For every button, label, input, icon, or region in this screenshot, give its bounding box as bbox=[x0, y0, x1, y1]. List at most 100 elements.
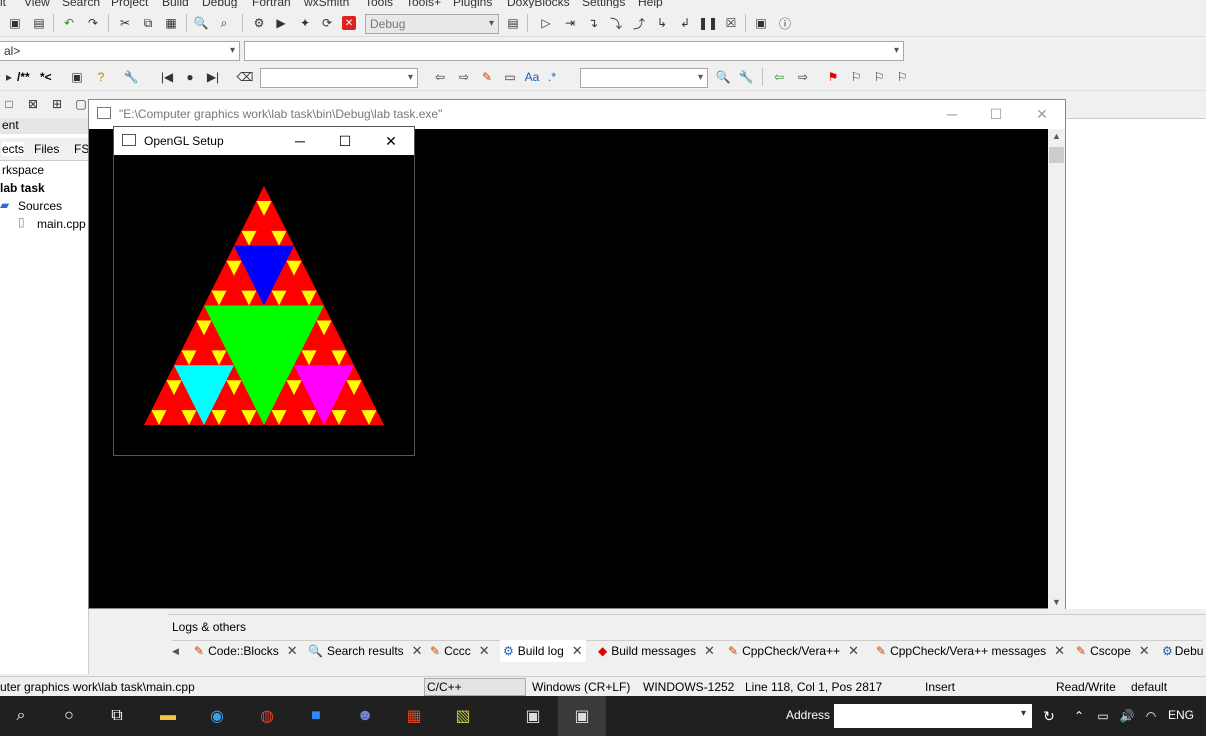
menu-item[interactable]: View bbox=[24, 0, 50, 8]
menu-item[interactable]: it bbox=[0, 0, 6, 8]
battery-icon[interactable]: ▭ bbox=[1090, 704, 1116, 728]
build-target-select[interactable]: Debug ▾ bbox=[365, 14, 499, 34]
close-icon[interactable]: ✕ bbox=[287, 643, 298, 659]
menu-item[interactable]: Project bbox=[111, 0, 148, 8]
chevron-up-icon[interactable]: ⌃ bbox=[1066, 704, 1092, 728]
wifi-icon[interactable]: ◠ bbox=[1138, 704, 1164, 728]
cortana-icon[interactable]: ○ bbox=[56, 704, 82, 728]
build-gear-icon[interactable]: ⚙ bbox=[250, 14, 268, 32]
maximize-icon[interactable]: ☐ bbox=[334, 131, 356, 151]
menu-item[interactable]: Build bbox=[162, 0, 189, 8]
menu-item[interactable]: Search bbox=[62, 0, 100, 8]
debug-run-icon[interactable]: ▷ bbox=[537, 14, 555, 32]
run-icon[interactable]: ▶ bbox=[272, 14, 290, 32]
clear-icon[interactable]: ⌫ bbox=[236, 68, 254, 86]
copy-icon[interactable]: ⧉ bbox=[139, 14, 157, 32]
function-select[interactable]: ▾ bbox=[244, 41, 904, 61]
jump-back-icon[interactable]: |◀ bbox=[158, 68, 176, 86]
scope-select[interactable]: al> ▾ bbox=[0, 41, 240, 61]
codeblocks-icon[interactable]: ▧ bbox=[450, 704, 476, 728]
back-arrow-icon[interactable]: ⇦ bbox=[431, 68, 449, 86]
maximize-icon[interactable]: ☐ bbox=[985, 104, 1007, 124]
abort-icon[interactable]: ✕ bbox=[342, 16, 356, 30]
undo-icon[interactable]: ↶ bbox=[60, 14, 78, 32]
stop-icon[interactable]: ☒ bbox=[722, 14, 740, 32]
close-icon[interactable]: ✕ bbox=[380, 131, 402, 151]
box-icon[interactable]: □ bbox=[0, 95, 18, 113]
settings-wrench-icon[interactable]: 🔧 bbox=[737, 68, 755, 86]
step-into-icon[interactable]: ⤵ bbox=[607, 14, 625, 32]
replace-icon[interactable]: ⌕ bbox=[215, 14, 233, 32]
menu-item[interactable]: Settings bbox=[582, 0, 625, 8]
next-icon[interactable]: ⇨ bbox=[794, 68, 812, 86]
menu-item[interactable]: Tools bbox=[365, 0, 393, 8]
search-select[interactable]: ▾ bbox=[580, 68, 708, 88]
info-icon[interactable]: ⓘ bbox=[776, 14, 794, 32]
console-task-icon[interactable]: ▣ bbox=[520, 704, 546, 728]
symbol-select[interactable]: ▾ bbox=[260, 68, 418, 88]
tab-files[interactable]: Files bbox=[34, 142, 59, 156]
scroll-down-icon[interactable]: ▼ bbox=[1052, 597, 1061, 607]
scroll-up-icon[interactable]: ▲ bbox=[1052, 131, 1061, 141]
search-icon[interactable]: ⌕ bbox=[8, 704, 34, 728]
language-indicator[interactable]: ENG bbox=[1168, 708, 1194, 722]
tab-codeblocks[interactable]: ✎ Code::Blocks ✕ bbox=[194, 640, 298, 662]
tab-cppcheck-messages[interactable]: ✎ CppCheck/Vera++ messages ✕ bbox=[876, 640, 1065, 662]
step-out-icon[interactable]: ⤴ bbox=[630, 14, 648, 32]
tree-folder-sources[interactable]: Sources bbox=[18, 199, 62, 213]
flag-icon[interactable]: ⚑ bbox=[824, 68, 842, 86]
close-icon[interactable]: ✕ bbox=[412, 643, 423, 659]
debug-windows-icon[interactable]: ▣ bbox=[752, 14, 770, 32]
scroll-thumb[interactable] bbox=[1049, 147, 1064, 163]
comment-line-button[interactable]: *< bbox=[40, 70, 52, 84]
tab-search-results[interactable]: 🔍 Search results ✕ bbox=[308, 640, 423, 662]
next-instruction-icon[interactable]: ↳ bbox=[653, 14, 671, 32]
address-input[interactable]: ▾ bbox=[834, 704, 1032, 728]
close-icon[interactable]: ✕ bbox=[848, 643, 859, 659]
help-icon[interactable]: ? bbox=[92, 68, 110, 86]
discord-icon[interactable]: ☻ bbox=[352, 704, 378, 728]
bookmark-icon[interactable]: ● bbox=[181, 68, 199, 86]
next-bookmark-icon[interactable]: ⚐ bbox=[870, 68, 888, 86]
tab-cccc[interactable]: ✎ Cccc ✕ bbox=[430, 640, 490, 662]
chevron-down-icon[interactable]: ▾ bbox=[1021, 708, 1026, 719]
rebuild-icon[interactable]: ⟳ bbox=[318, 14, 336, 32]
tree-file-main[interactable]: main.cpp bbox=[37, 217, 86, 231]
file-explorer-icon[interactable]: ▬ bbox=[155, 704, 181, 728]
next-line-icon[interactable]: ↴ bbox=[584, 14, 602, 32]
menu-item[interactable]: Debug bbox=[202, 0, 237, 8]
save-all-icon[interactable]: ▤ bbox=[30, 14, 48, 32]
envelope-icon[interactable]: ⊠ bbox=[24, 95, 42, 113]
zoom-icon[interactable]: ■ bbox=[303, 704, 329, 728]
close-icon[interactable]: ✕ bbox=[572, 643, 583, 659]
tab-cscope[interactable]: ✎ Cscope ✕ bbox=[1076, 640, 1150, 662]
search-icon[interactable]: 🔍 bbox=[714, 68, 732, 86]
menu-item[interactable]: Plugins bbox=[453, 0, 492, 8]
wrench-icon[interactable]: 🔧 bbox=[122, 68, 140, 86]
clear-bookmarks-icon[interactable]: ⚐ bbox=[893, 68, 911, 86]
save-icon[interactable]: ▣ bbox=[6, 14, 24, 32]
close-icon[interactable]: ✕ bbox=[1054, 643, 1065, 659]
menu-item[interactable]: Fortran bbox=[252, 0, 291, 8]
pause-icon[interactable]: ❚❚ bbox=[698, 14, 718, 32]
match-case-icon[interactable]: Aa bbox=[523, 68, 541, 86]
minimize-icon[interactable]: ─ bbox=[941, 104, 963, 124]
close-icon[interactable]: ✕ bbox=[704, 643, 715, 659]
tab-cppcheck[interactable]: ✎ CppCheck/Vera++ ✕ bbox=[728, 640, 859, 662]
menu-item[interactable]: wxSmith bbox=[304, 0, 349, 8]
close-icon[interactable]: ✕ bbox=[479, 643, 490, 659]
minimize-icon[interactable]: ─ bbox=[289, 131, 311, 151]
prev-bookmark-icon[interactable]: ⚐ bbox=[847, 68, 865, 86]
step-instruction-icon[interactable]: ↲ bbox=[676, 14, 694, 32]
select-icon[interactable]: ▭ bbox=[501, 68, 519, 86]
refresh-icon[interactable]: ↻ bbox=[1036, 704, 1062, 728]
redo-icon[interactable]: ↷ bbox=[84, 14, 102, 32]
run-to-cursor-icon[interactable]: ⇥ bbox=[561, 14, 579, 32]
prev-green-icon[interactable]: ⇦ bbox=[770, 68, 788, 86]
tab-projects[interactable]: ects bbox=[2, 142, 25, 156]
tabs-scroll-left-icon[interactable]: ◀ bbox=[172, 640, 179, 662]
highlight-icon[interactable]: ✎ bbox=[478, 68, 496, 86]
opengl-task-icon[interactable]: ▣ bbox=[569, 704, 595, 728]
close-icon[interactable]: ✕ bbox=[1031, 104, 1053, 124]
doxy-config-icon[interactable]: ▣ bbox=[68, 68, 86, 86]
